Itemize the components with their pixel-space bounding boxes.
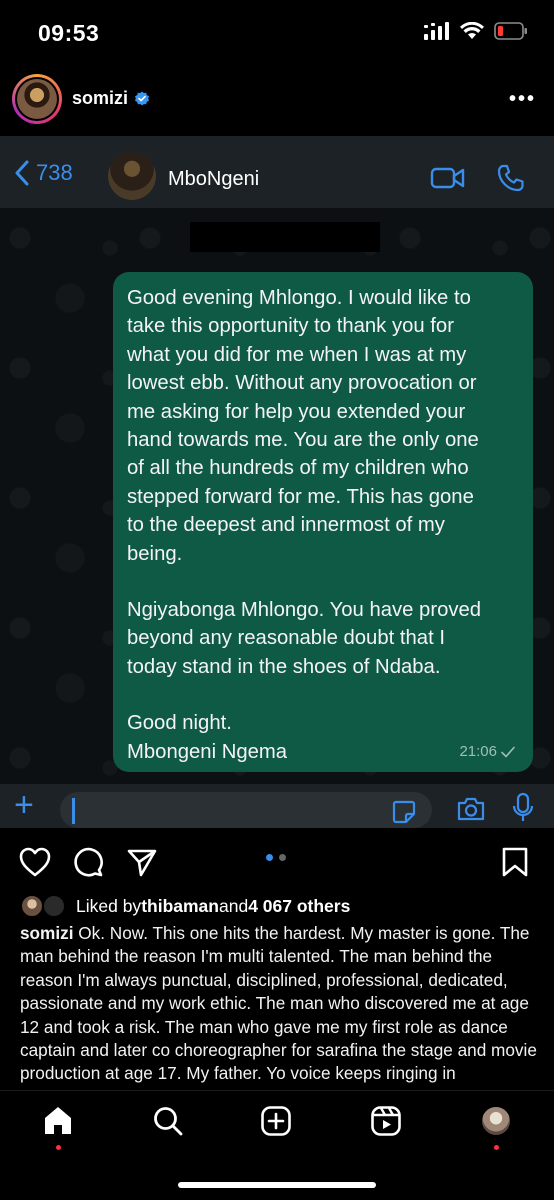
message-bubble[interactable]: Good evening Mhlongo. I would like to ta…	[113, 272, 533, 772]
sent-check-icon	[501, 746, 515, 758]
create-post-icon[interactable]	[260, 1105, 292, 1137]
wifi-icon	[460, 22, 484, 39]
text-cursor	[72, 798, 75, 824]
search-icon[interactable]	[152, 1105, 184, 1137]
likes-prefix: Liked by	[76, 895, 142, 916]
home-icon[interactable]	[42, 1105, 74, 1137]
verified-badge-icon	[135, 91, 150, 105]
liker-avatar-2	[42, 894, 66, 918]
likes-count[interactable]: 4 067 others	[248, 896, 350, 917]
status-icons	[424, 22, 528, 40]
bottom-nav	[0, 1090, 554, 1200]
message-input[interactable]	[60, 792, 432, 828]
chat-header: 738 MboNgeni	[0, 136, 554, 208]
message-paragraph-2: Ngiyabonga Mhlongo. You have proved beyo…	[127, 599, 482, 678]
author-avatar[interactable]	[12, 74, 62, 124]
caption-username[interactable]: somizi	[20, 923, 73, 943]
message-time: 21:06	[459, 743, 497, 760]
carousel-indicator	[266, 854, 286, 861]
home-indicator	[178, 1182, 376, 1188]
message-input-bar: +	[0, 784, 554, 828]
chat-body: Good evening Mhlongo. I would like to ta…	[0, 208, 554, 784]
heart-icon[interactable]	[18, 846, 52, 878]
author-username[interactable]: somizi	[72, 88, 150, 109]
likes-user[interactable]: thibaman	[141, 896, 219, 917]
contact-avatar[interactable]	[108, 152, 156, 200]
profile-notification-dot	[494, 1145, 499, 1150]
microphone-icon[interactable]	[512, 792, 534, 824]
voice-call-icon[interactable]	[496, 163, 526, 193]
author-username-text[interactable]: somizi	[72, 88, 128, 109]
carousel-dot-2	[279, 854, 286, 861]
caption-text: Ok. Now. This one hits the hardest. My m…	[20, 923, 537, 1084]
post-header: somizi •••	[0, 64, 554, 136]
message-meta: 21:06	[459, 743, 515, 760]
comment-icon[interactable]	[72, 846, 104, 878]
battery-low-icon	[494, 22, 527, 40]
whatsapp-screenshot: 738 MboNgeni Good evening Mhlongo. I wou…	[0, 136, 554, 828]
bookmark-icon[interactable]	[500, 846, 530, 878]
liker-avatars	[20, 894, 70, 918]
share-icon[interactable]	[126, 846, 158, 878]
chevron-left-icon	[15, 160, 29, 186]
home-notification-dot	[56, 1145, 61, 1150]
sticker-icon[interactable]	[392, 800, 416, 824]
post-caption: somizi Ok. Now. This one hits the hardes…	[20, 922, 540, 1088]
camera-icon[interactable]	[456, 796, 486, 822]
message-signature: Mbongeni Ngema	[127, 740, 288, 763]
contact-name[interactable]: MboNgeni	[168, 168, 259, 191]
attach-plus-icon[interactable]: +	[14, 788, 34, 822]
likes-summary[interactable]: Liked by thibaman and 4 067 others	[20, 893, 350, 919]
redacted-area	[190, 222, 380, 252]
message-paragraph-1: Good evening Mhlongo. I would like to ta…	[127, 287, 479, 565]
liker-avatar-1	[20, 894, 44, 918]
reels-icon[interactable]	[370, 1105, 402, 1137]
cellular-signal-icon	[424, 22, 449, 40]
video-call-icon[interactable]	[430, 166, 466, 190]
post-actions	[0, 842, 554, 882]
status-bar: 09:53	[0, 0, 554, 64]
likes-middle: and	[218, 895, 249, 916]
unread-count: 738	[36, 160, 73, 185]
back-button[interactable]: 738	[14, 160, 73, 186]
carousel-dot-1	[266, 854, 273, 861]
more-horizontal-icon[interactable]: •••	[509, 88, 536, 111]
profile-avatar[interactable]	[480, 1105, 512, 1137]
status-time: 09:53	[38, 20, 100, 46]
